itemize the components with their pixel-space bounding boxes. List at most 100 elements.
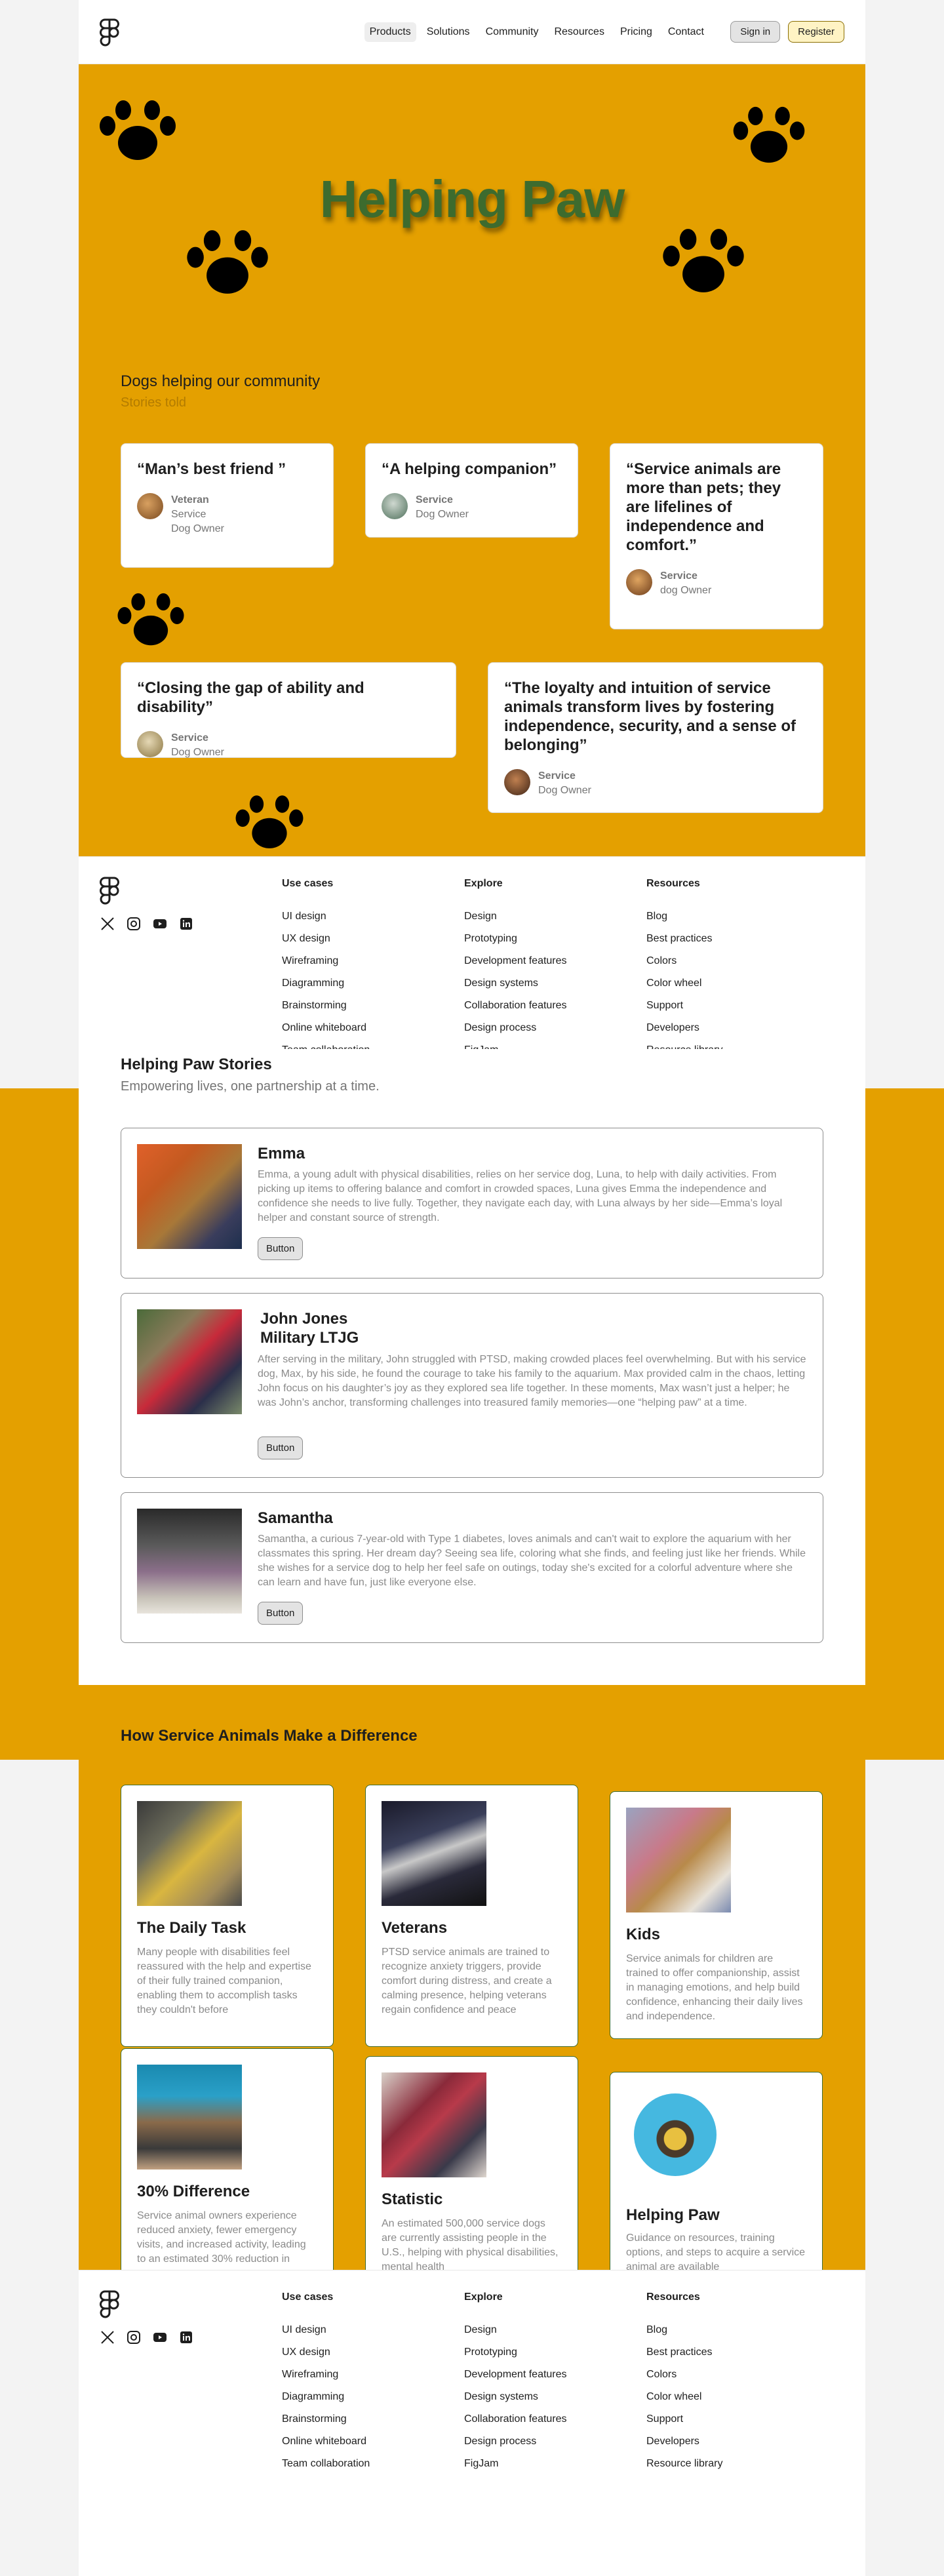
instagram-icon[interactable] [126, 916, 142, 932]
sign-in-button[interactable]: Sign in [730, 21, 781, 43]
footer-link[interactable]: FigJam [464, 2458, 567, 2480]
avatar [382, 493, 408, 519]
footer-link[interactable]: Development features [464, 2369, 567, 2391]
nav-community[interactable]: Community [481, 22, 544, 42]
footer-link[interactable]: Color wheel [646, 2391, 722, 2413]
stories-title: Helping Paw Stories [121, 1056, 272, 1073]
footer-link[interactable]: Blog [646, 2324, 722, 2347]
footer-link[interactable]: Online whiteboard [282, 1022, 370, 1044]
site-header: Products Solutions Community Resources P… [79, 0, 865, 64]
quote-text: “The loyalty and intuition of service an… [504, 679, 796, 754]
footer-link[interactable]: Best practices [646, 933, 722, 955]
footer-link[interactable]: Design [464, 911, 567, 933]
social-links [100, 916, 194, 932]
footer-link[interactable]: Colors [646, 2369, 722, 2391]
footer-link[interactable]: Collaboration features [464, 1000, 567, 1022]
footer-link[interactable]: Best practices [646, 2347, 722, 2369]
quote-card: “Service animals are more than pets; the… [610, 443, 823, 629]
quote-author: Service Dog Owner [504, 769, 807, 798]
x-icon[interactable] [100, 2329, 115, 2345]
linkedin-icon[interactable] [178, 916, 194, 932]
footer-link[interactable]: Prototyping [464, 933, 567, 955]
youtube-icon[interactable] [152, 916, 168, 932]
story-text: After serving in the military, John stru… [258, 1354, 806, 1408]
story-button[interactable]: Button [258, 1237, 304, 1260]
youtube-icon[interactable] [152, 2329, 168, 2345]
story-name: Samantha [258, 1509, 333, 1527]
footer-link[interactable]: Support [646, 1000, 722, 1022]
impact-logo [634, 2093, 717, 2176]
nav-contact[interactable]: Contact [663, 22, 709, 42]
impact-band [0, 1685, 944, 1758]
community-subheading: Stories told [121, 395, 187, 410]
footer-link[interactable]: Collaboration features [464, 2413, 567, 2436]
impact-card: Helping Paw Guidance on resources, train… [610, 2072, 823, 2270]
footer-link[interactable]: Team collaboration [282, 2458, 370, 2480]
footer-column: Use cases UI design UX design Wireframin… [282, 2291, 370, 2480]
footer-link[interactable]: Design process [464, 1022, 567, 1044]
instagram-icon[interactable] [126, 2329, 142, 2345]
register-button[interactable]: Register [788, 21, 844, 43]
author-role: Dog Owner [538, 785, 591, 796]
site-footer: Use cases UI design UX design Wireframin… [79, 2270, 865, 2576]
footer-link[interactable]: Colors [646, 955, 722, 978]
footer-link[interactable]: Design systems [464, 2391, 567, 2413]
footer-link[interactable]: Color wheel [646, 978, 722, 1000]
story-button[interactable]: Button [258, 1602, 304, 1625]
figma-logo-icon[interactable] [100, 18, 119, 47]
footer-link[interactable]: UI design [282, 911, 370, 933]
footer-link[interactable]: Diagramming [282, 2391, 370, 2413]
impact-name: 30% Difference [137, 2183, 250, 2200]
avatar [137, 731, 163, 757]
story-card: John Jones Military LTJG After serving i… [121, 1293, 823, 1478]
story-photo [137, 1309, 242, 1414]
quote-text: “Service animals are more than pets; the… [626, 460, 781, 554]
nav-resources[interactable]: Resources [549, 22, 609, 42]
x-icon[interactable] [100, 916, 115, 932]
story-name: John Jones Military LTJG [260, 1310, 359, 1347]
footer-link[interactable]: Online whiteboard [282, 2436, 370, 2458]
footer-link[interactable]: Support [646, 2413, 722, 2436]
impact-card: Kids Service animals for children are tr… [610, 1791, 823, 2039]
footer-column: Use cases UI design UX design Wireframin… [282, 878, 370, 1067]
quote-text: “Closing the gap of ability and disabili… [137, 679, 364, 716]
story-photo [137, 1144, 242, 1249]
footer-link[interactable]: Resource library [646, 2458, 722, 2480]
footer-link[interactable]: Design [464, 2324, 567, 2347]
nav-products[interactable]: Products [364, 22, 416, 42]
author-role: Dog Owner [171, 747, 224, 758]
footer-link[interactable]: Wireframing [282, 2369, 370, 2391]
footer-link[interactable]: Brainstorming [282, 2413, 370, 2436]
impact-photo [137, 2065, 242, 2170]
footer-link[interactable]: Developers [646, 1022, 722, 1044]
footer-column-title: Explore [464, 2291, 503, 2303]
impact-photo [626, 1808, 731, 1912]
quote-card: “Closing the gap of ability and disabili… [121, 662, 456, 758]
footer-link[interactable]: Design systems [464, 978, 567, 1000]
footer-link[interactable]: Prototyping [464, 2347, 567, 2369]
footer-link[interactable]: Design process [464, 2436, 567, 2458]
footer-link[interactable]: Diagramming [282, 978, 370, 1000]
linkedin-icon[interactable] [178, 2329, 194, 2345]
footer-link[interactable]: Developers [646, 2436, 722, 2458]
footer-link[interactable]: Development features [464, 955, 567, 978]
story-button[interactable]: Button [258, 1437, 304, 1459]
author-name: Service [416, 494, 453, 505]
footer-column-title: Use cases [282, 2291, 334, 2303]
footer-column-title: Resources [646, 878, 700, 889]
story-card: Emma Emma, a young adult with physical d… [121, 1128, 823, 1278]
footer-link[interactable]: Wireframing [282, 955, 370, 978]
footer-link[interactable]: UI design [282, 2324, 370, 2347]
community-heading: Dogs helping our community [121, 372, 321, 390]
impact-title: How Service Animals Make a Difference [121, 1727, 418, 1745]
footer-link[interactable]: UX design [282, 2347, 370, 2369]
footer-link[interactable]: UX design [282, 933, 370, 955]
footer-link[interactable]: Blog [646, 911, 722, 933]
nav-solutions[interactable]: Solutions [422, 22, 475, 42]
nav-pricing[interactable]: Pricing [615, 22, 658, 42]
footer-link[interactable]: Brainstorming [282, 1000, 370, 1022]
figma-logo-icon[interactable] [100, 877, 119, 905]
figma-logo-icon[interactable] [100, 2290, 119, 2319]
author-name: Veteran [171, 494, 209, 505]
impact-card: Statistic An estimated 500,000 service d… [365, 2056, 578, 2270]
